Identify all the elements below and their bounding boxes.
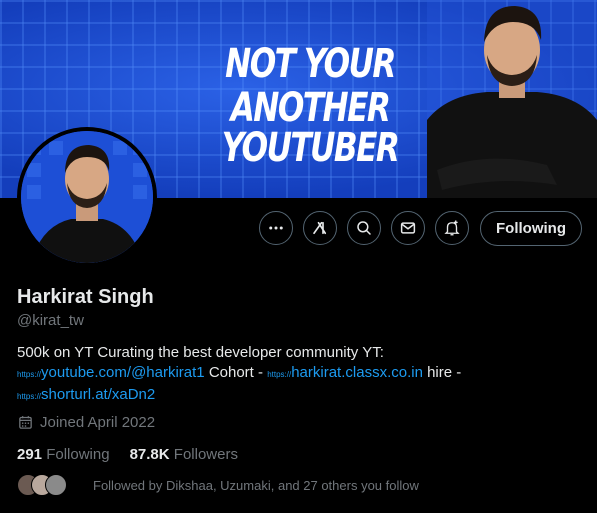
profile-name: Harkirat Singh <box>17 286 154 308</box>
notification-icon <box>444 220 460 236</box>
followers-count: 87.8K <box>129 446 170 463</box>
following-button[interactable]: Following <box>480 211 582 246</box>
followed-by[interactable]: Followed by Dikshaa, Uzumaki, and 27 oth… <box>17 474 419 496</box>
banner-title-line2: ANOTHER YOUTUBER <box>221 85 400 171</box>
link2-prefix: https:// <box>267 370 292 379</box>
joined-text: Joined April 2022 <box>40 414 156 431</box>
shorturl-link[interactable]: shorturl.at/xaDn2 <box>41 386 155 403</box>
followed-by-text: Followed by Dikshaa, Uzumaki, and 27 oth… <box>93 477 419 493</box>
more-icon <box>269 226 283 230</box>
grok-icon <box>313 221 327 235</box>
follower-avatars <box>17 474 69 496</box>
more-button[interactable] <box>259 211 293 245</box>
bio-cohort-text: Cohort - <box>204 364 268 381</box>
followers-stat[interactable]: 87.8K Followers <box>130 446 238 463</box>
search-icon <box>357 221 371 235</box>
message-button[interactable] <box>391 211 425 245</box>
following-stat[interactable]: 291 Following <box>17 446 110 463</box>
search-button[interactable] <box>347 211 381 245</box>
follower-avatar <box>45 474 67 496</box>
joined-date: Joined April 2022 <box>17 414 155 431</box>
classx-link[interactable]: harkirat.classx.co.in <box>291 364 423 381</box>
banner-person-image <box>427 0 597 198</box>
avatar[interactable] <box>21 131 153 263</box>
bio-hire-text: hire - <box>422 364 462 381</box>
link1-prefix: https:// <box>17 370 42 379</box>
youtube-link[interactable]: youtube.com/@harkirat1 <box>41 364 205 381</box>
link3-prefix: https:// <box>17 392 42 401</box>
bio-text: 500k on YT Curating the best developer c… <box>17 344 384 361</box>
avatar-image <box>21 131 153 263</box>
banner-title-line1: NOT YOUR <box>225 41 396 87</box>
profile-handle: @kirat_tw <box>17 312 84 329</box>
profile-bio: 500k on YT Curating the best developer c… <box>17 343 587 407</box>
grok-button[interactable] <box>303 211 337 245</box>
message-icon <box>400 222 416 234</box>
following-label: Following <box>46 446 110 463</box>
following-count: 291 <box>17 446 43 463</box>
notification-button[interactable] <box>435 211 469 245</box>
followers-label: Followers <box>173 446 238 463</box>
calendar-icon <box>19 416 32 429</box>
profile-stats: 291 Following 87.8K Followers <box>17 446 258 463</box>
banner-title: NOT YOUR ANOTHER YOUTUBER <box>193 44 427 168</box>
